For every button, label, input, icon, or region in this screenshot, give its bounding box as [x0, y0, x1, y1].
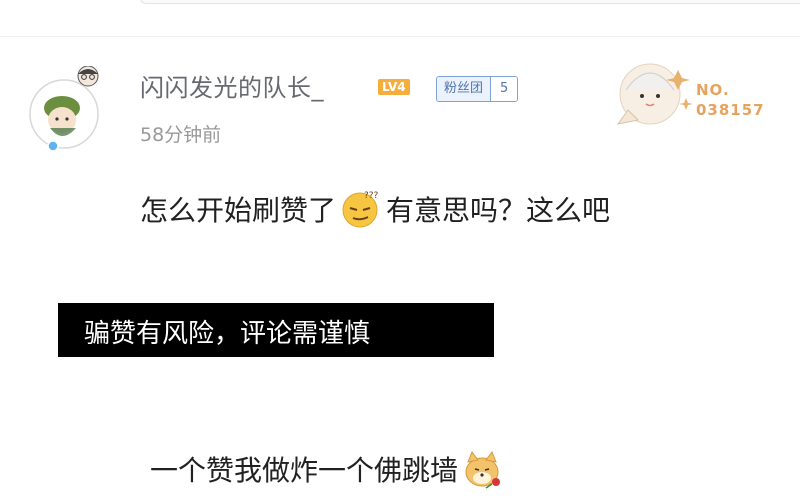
warning-banner-text: 骗赞有风险，评论需谨慎: [84, 319, 371, 349]
decoration-number: NO. 038157: [696, 81, 765, 119]
thinking-emoji-icon: ???: [342, 191, 379, 228]
comment-text-part2: 有意思吗？这么吧: [386, 194, 611, 227]
avatar[interactable]: [26, 66, 112, 152]
subtitle-text: 一个赞我做炸一个佛跳墙: [150, 448, 508, 490]
fan-badge[interactable]: 粉丝团 5: [436, 76, 519, 102]
fan-badge-level: 5: [490, 77, 518, 101]
subtitle-text-content: 一个赞我做炸一个佛跳墙: [150, 454, 459, 487]
username[interactable]: 闪闪发光的队长_: [140, 68, 324, 103]
comment-text-part1: 怎么开始刷赞了: [140, 194, 337, 227]
warning-banner: 骗赞有风险，评论需谨慎: [58, 303, 494, 357]
fan-badge-name: 粉丝团: [437, 77, 491, 101]
svg-text:???: ???: [364, 191, 379, 201]
top-input-box: [140, 0, 800, 4]
comment-time: 58分钟前: [140, 124, 222, 146]
comment-text: 怎么开始刷赞了 ??? 有意思吗？这么吧: [140, 188, 610, 230]
divider: [0, 36, 800, 37]
doge-emoji-icon: [465, 450, 501, 489]
level-badge: LV4: [378, 79, 410, 95]
